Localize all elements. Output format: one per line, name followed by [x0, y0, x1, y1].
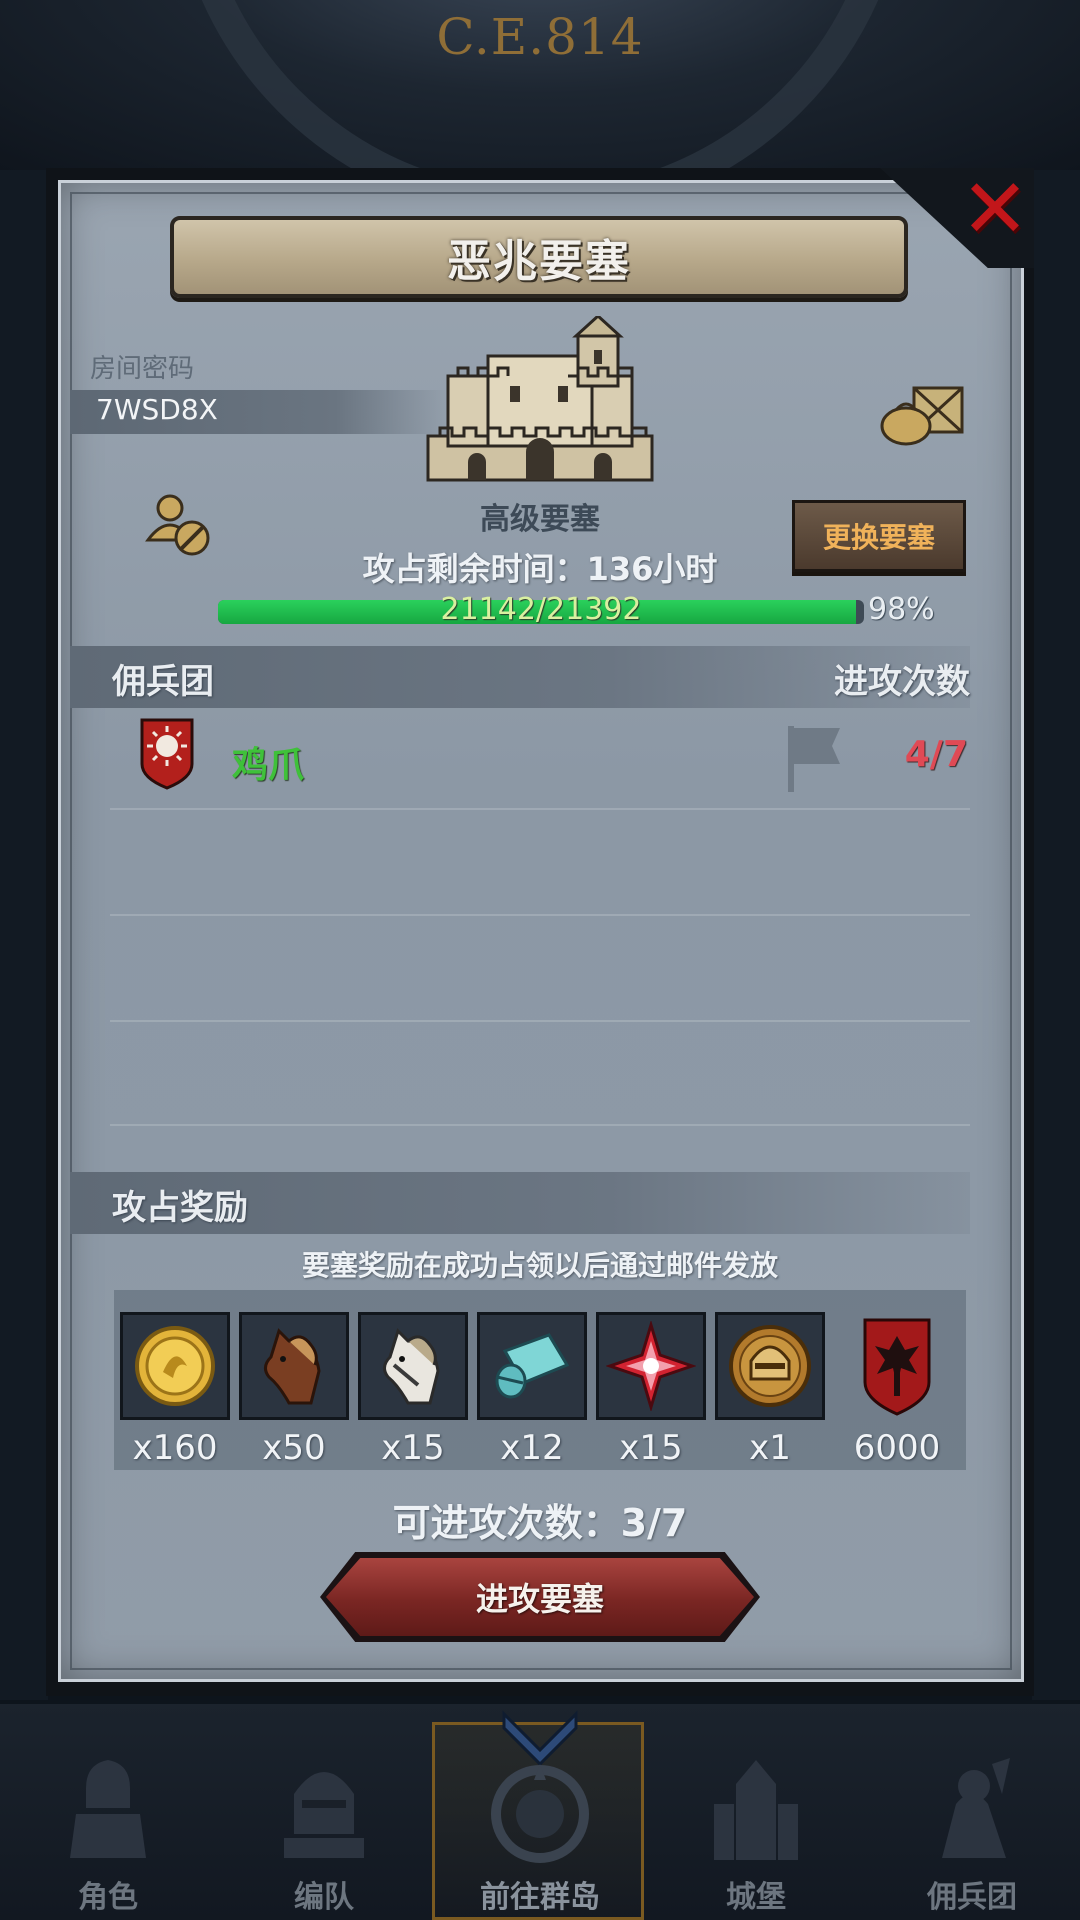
nav-label: 编队 [294, 1880, 354, 1915]
attacks-column-header: 进攻次数 [834, 662, 970, 702]
guild-emblem-icon [140, 718, 194, 790]
cloth-roll-icon [495, 1333, 570, 1399]
nav-label: 城堡 [726, 1880, 786, 1915]
nav-label: 佣兵团 [927, 1880, 1017, 1915]
helmet-formation-icon [284, 1772, 364, 1858]
knight-helmet-coin-icon [729, 1325, 811, 1407]
nav-label: 角色 [78, 1880, 138, 1915]
reward-qty: 6000 [853, 1428, 941, 1468]
red-star-crystal-icon [606, 1321, 696, 1411]
nav-item-castle[interactable]: 城堡 [648, 1704, 864, 1920]
reward-qty: x1 [749, 1428, 791, 1468]
guild-column-header: 佣兵团 [112, 662, 214, 702]
white-horse-slot [358, 1312, 468, 1420]
cloth-roll-slot [477, 1312, 587, 1420]
reward-item[interactable]: x12 [477, 1312, 587, 1468]
row-divider [110, 1124, 970, 1126]
title-banner: 恶兆要塞 [170, 216, 908, 298]
right-background [1032, 170, 1080, 1700]
room-code[interactable]: 7WSD8X [96, 393, 218, 426]
brown-horse-slot [239, 1312, 349, 1420]
rewards-header: 攻占奖励 [112, 1188, 248, 1228]
compass-icon [491, 1764, 589, 1863]
loot-crate-icon[interactable] [878, 378, 968, 448]
white-horse-icon [383, 1328, 440, 1405]
reward-item[interactable]: x15 [358, 1312, 468, 1468]
fortress-hp-text: 21142/21392 [440, 592, 642, 627]
knight-icon [70, 1760, 146, 1858]
castle-icon [714, 1760, 798, 1860]
reward-item[interactable]: x15 [596, 1312, 706, 1468]
year-label: C.E.814 [436, 8, 644, 66]
mercenary-banner-icon [863, 1318, 931, 1416]
mercenary-banner-slot [842, 1312, 952, 1420]
reward-item[interactable]: x50 [239, 1312, 349, 1468]
rewards-note: 要塞奖励在成功占领以后通过邮件发放 [301, 1249, 778, 1282]
guild-name[interactable]: 鸡爪 [232, 736, 304, 788]
reward-qty: x12 [500, 1428, 564, 1468]
row-divider [110, 1020, 970, 1022]
reward-qty: x160 [132, 1428, 218, 1468]
capture-time-remaining: 攻占剩余时间：136小时 [362, 550, 718, 588]
fortress-hp-percent: 98% [868, 592, 935, 627]
brown-horse-icon [264, 1328, 321, 1405]
room-password-label: 房间密码 [90, 354, 195, 384]
gold-coin-slot [120, 1312, 230, 1420]
nav-item-mercenary[interactable]: 佣兵团 [864, 1704, 1080, 1920]
gold-coin-icon [135, 1326, 215, 1406]
row-divider [110, 914, 970, 916]
red-star-crystal-slot [596, 1312, 706, 1420]
mercenary-icon [942, 1758, 1010, 1858]
guild-attack-count: 4/7 [904, 734, 968, 775]
close-button[interactable]: ✕ [956, 168, 1034, 252]
left-background [0, 170, 48, 1700]
nav-item-formation[interactable]: 编队 [216, 1704, 432, 1920]
reward-qty: x15 [381, 1428, 445, 1468]
row-divider [110, 808, 970, 810]
attack-fortress-label: 进攻要塞 [475, 1580, 604, 1618]
attack-fortress-button[interactable]: 进攻要塞 [326, 1558, 754, 1636]
modal-title: 恶兆要塞 [447, 236, 631, 287]
nav-item-character[interactable]: 角色 [0, 1704, 216, 1920]
nav-item-islands[interactable]: 前往群岛 [432, 1704, 648, 1920]
reward-qty: x15 [619, 1428, 683, 1468]
reward-item[interactable]: 6000 [842, 1312, 952, 1468]
reward-qty: x50 [262, 1428, 326, 1468]
reward-item[interactable]: x1 [715, 1312, 825, 1468]
knight-helmet-coin-slot [715, 1312, 825, 1420]
nav-label: 前往群岛 [480, 1880, 600, 1915]
reward-item[interactable]: x160 [120, 1312, 230, 1468]
remaining-attacks: 可进攻次数：3/7 [392, 1501, 688, 1545]
flag-icon [788, 726, 840, 792]
fortress-icon [426, 316, 654, 482]
